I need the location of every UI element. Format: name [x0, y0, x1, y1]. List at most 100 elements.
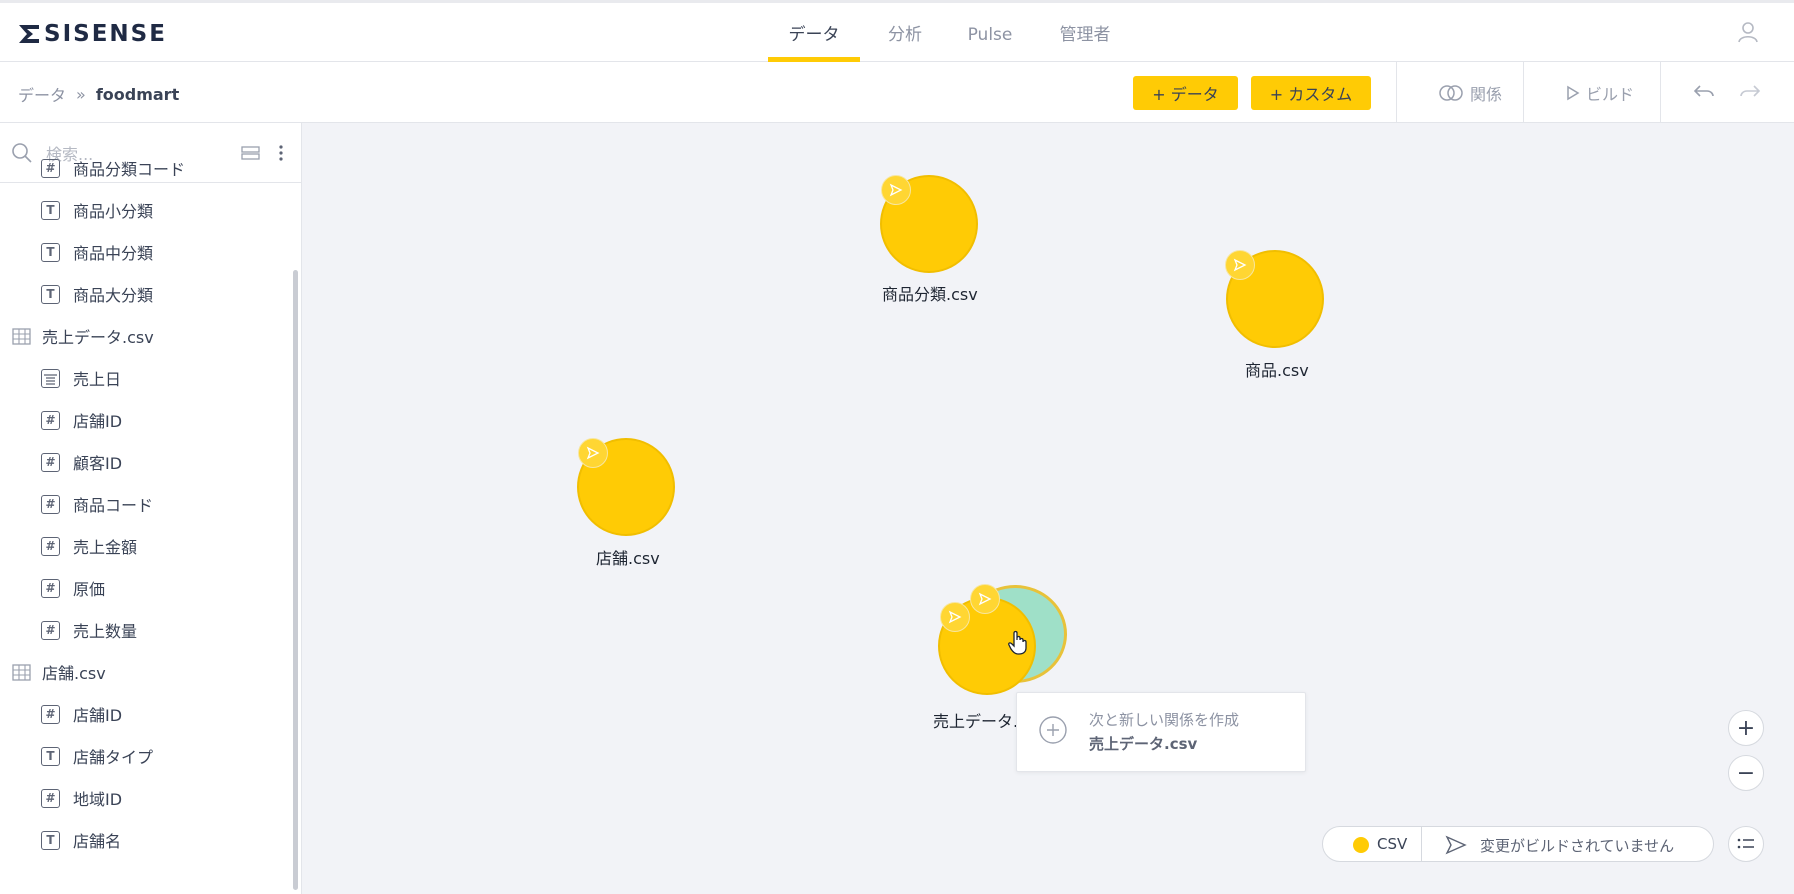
field-label: 商品分類コード — [73, 160, 186, 179]
tab-admin[interactable]: 管理者 — [1045, 3, 1125, 62]
legend-build-status: 変更がビルドされていません — [1480, 837, 1675, 855]
text-field-icon: T — [41, 242, 60, 262]
user-avatar-icon[interactable] — [1736, 20, 1760, 48]
calendar-icon — [41, 368, 60, 388]
field-label: 原価 — [73, 580, 106, 599]
number-field-icon: # — [41, 452, 60, 472]
number-field-icon: # — [41, 494, 60, 514]
breadcrumb-root[interactable]: データ — [18, 82, 66, 106]
sidebar-field-item[interactable]: T 店舗名 — [0, 822, 290, 858]
play-icon — [1567, 85, 1580, 101]
sidebar-field-item[interactable]: # 地域ID — [0, 780, 290, 816]
sub-toolbar: データ » foodmart + データ + カスタム 関係 ビルド — [0, 62, 1794, 123]
popup-title: 次と新しい関係を作成 — [1089, 711, 1240, 729]
build-status-icon — [881, 175, 911, 205]
field-label: 売上日 — [73, 370, 122, 389]
field-label: 商品小分類 — [73, 202, 154, 221]
sidebar-field-item[interactable]: # 原価 — [0, 570, 290, 606]
field-label: 売上数量 — [73, 622, 138, 641]
create-relation-popup[interactable]: 次と新しい関係を作成 売上データ.csv — [1016, 692, 1306, 772]
build-status-icon — [1225, 250, 1255, 280]
sidebar-field-item[interactable]: T 商品大分類 — [0, 276, 290, 312]
tab-analytics[interactable]: 分析 — [870, 3, 940, 62]
legend-toggle-button[interactable] — [1728, 826, 1764, 862]
field-label: 店舗タイプ — [73, 748, 154, 767]
number-field-icon: # — [41, 578, 60, 598]
field-label: 店舗名 — [73, 832, 122, 851]
table-icon — [12, 327, 31, 346]
breadcrumb-separator: » — [76, 84, 86, 104]
build-status-icon — [940, 602, 970, 632]
sidebar-table-item[interactable]: 店舗.csv — [0, 654, 290, 690]
csv-dot-icon — [1353, 837, 1369, 853]
redo-icon[interactable] — [1738, 82, 1762, 106]
relations-icon — [1439, 85, 1463, 101]
breadcrumb-current: foodmart — [95, 84, 180, 104]
node-label: 店舗.csv — [596, 549, 660, 568]
build-status-icon — [1445, 835, 1467, 855]
build-status-icon — [578, 438, 608, 468]
field-label: 商品コード — [73, 496, 154, 515]
number-field-icon: # — [41, 788, 60, 808]
logo-text: SISENSE — [44, 21, 167, 47]
field-label: 顧客ID — [73, 454, 123, 473]
zoom-out-button[interactable]: − — [1728, 755, 1764, 791]
number-field-icon: # — [41, 704, 60, 724]
build-status-icon — [970, 584, 1000, 614]
toolbar-divider — [1523, 62, 1524, 123]
canvas-legend: CSV 変更がビルドされていません — [1322, 826, 1714, 862]
undo-icon[interactable] — [1692, 82, 1716, 106]
field-label: 売上金額 — [73, 538, 138, 557]
sidebar-field-item[interactable]: # 売上金額 — [0, 528, 290, 564]
add-circle-icon — [1039, 716, 1067, 744]
tab-data[interactable]: データ — [768, 3, 860, 62]
sidebar-table-item[interactable]: 売上データ.csv — [0, 318, 290, 354]
sidebar-field-item[interactable]: 売上日 — [0, 360, 290, 396]
field-label: 地域ID — [73, 790, 123, 809]
build-button[interactable]: ビルド — [1550, 76, 1650, 110]
add-custom-button[interactable]: + カスタム — [1251, 76, 1371, 110]
sidebar-field-item[interactable]: # 顧客ID — [0, 444, 290, 480]
number-field-icon: # — [41, 536, 60, 556]
sidebar-field-item[interactable]: T 商品小分類 — [0, 192, 290, 228]
field-label: 店舗.csv — [42, 664, 106, 683]
zoom-in-button[interactable]: + — [1728, 710, 1764, 746]
logo-mark-icon — [19, 25, 39, 43]
text-field-icon: T — [41, 284, 60, 304]
text-field-icon: T — [41, 830, 60, 850]
list-icon — [1737, 838, 1754, 849]
sidebar-field-item[interactable]: T 店舗タイプ — [0, 738, 290, 774]
toolbar-divider — [1396, 62, 1397, 123]
sidebar-field-item[interactable]: T 商品中分類 — [0, 234, 290, 270]
field-label: 売上データ.csv — [42, 328, 154, 347]
field-label: 商品大分類 — [73, 286, 154, 305]
sidebar-scrollbar[interactable] — [293, 270, 298, 890]
legend-divider — [1421, 827, 1422, 861]
node-label: 商品.csv — [1245, 361, 1309, 380]
number-field-icon: # — [41, 158, 60, 178]
sidebar-field-item[interactable]: # 商品分類コード — [0, 150, 290, 186]
node-label: 商品分類.csv — [882, 285, 978, 304]
number-field-icon: # — [41, 620, 60, 640]
text-field-icon: T — [41, 746, 60, 766]
popup-target: 売上データ.csv — [1089, 735, 1198, 753]
sidebar-field-item[interactable]: # 店舗ID — [0, 402, 290, 438]
sidebar-field-item[interactable]: # 売上数量 — [0, 612, 290, 648]
sisense-logo[interactable]: SISENSE — [18, 21, 167, 47]
sidebar-field-item[interactable]: # 商品コード — [0, 486, 290, 522]
field-label: 商品中分類 — [73, 244, 154, 263]
legend-csv-label: CSV — [1377, 835, 1408, 853]
fields-sidebar: # 商品分類コード T 商品小分類 T 商品中分類 T 商品大分類売上データ.csv 売上日 # 店… — [0, 123, 302, 894]
tab-pulse[interactable]: Pulse — [955, 5, 1025, 64]
relations-button[interactable]: 関係 — [1420, 76, 1520, 110]
add-data-button[interactable]: + データ — [1133, 76, 1238, 110]
table-icon — [12, 663, 31, 682]
data-model-canvas[interactable]: 商品分類.csv 商品.csv 店舗.csv 売上データ.csv 次と新しい関係… — [302, 123, 1794, 894]
breadcrumb: データ » foodmart — [18, 82, 179, 106]
hand-cursor-icon — [1008, 630, 1027, 655]
text-field-icon: T — [41, 200, 60, 220]
sidebar-field-item[interactable]: # 店舗ID — [0, 696, 290, 732]
field-label: 店舗ID — [73, 412, 123, 431]
toolbar-divider — [1660, 62, 1661, 123]
number-field-icon: # — [41, 410, 60, 430]
